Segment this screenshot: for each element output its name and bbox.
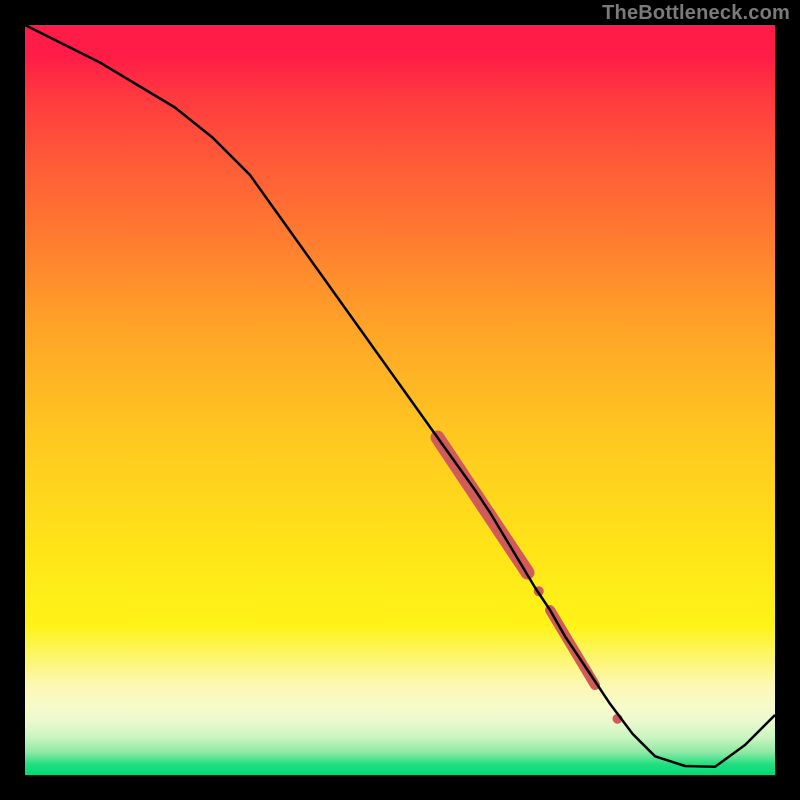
chart-svg xyxy=(25,25,775,775)
watermark-text: TheBottleneck.com xyxy=(602,2,790,25)
chart-frame: TheBottleneck.com xyxy=(0,0,800,800)
curve-line xyxy=(25,25,775,767)
